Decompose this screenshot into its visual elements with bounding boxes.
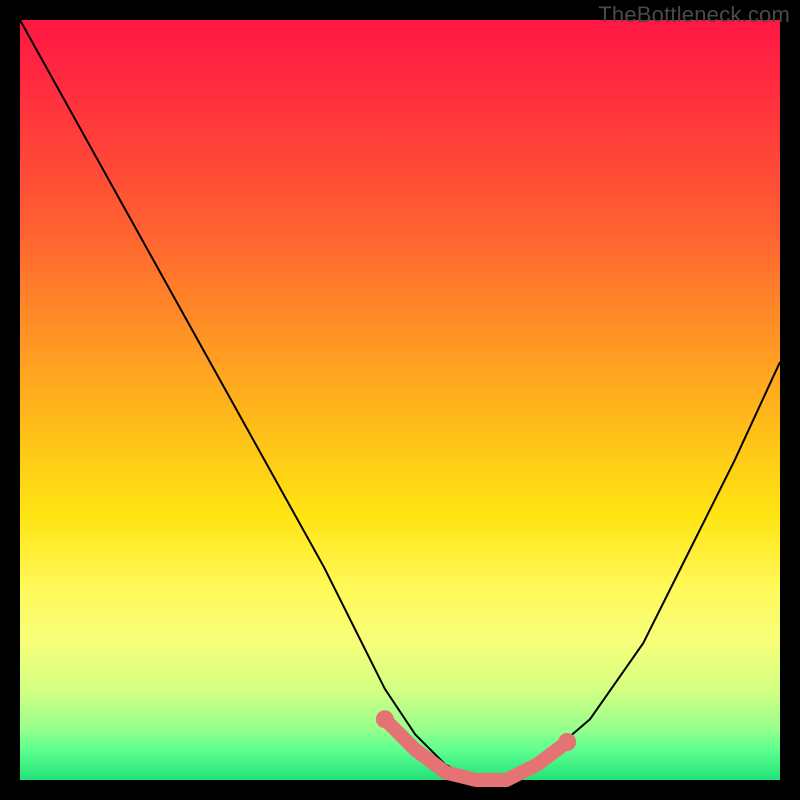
watermark-text: TheBottleneck.com xyxy=(598,2,790,28)
chart-frame: TheBottleneck.com xyxy=(0,0,800,800)
bottleneck-curve xyxy=(20,20,780,780)
accent-end-dot-right xyxy=(558,733,576,751)
bottleneck-curve-svg xyxy=(20,20,780,780)
plot-area xyxy=(20,20,780,780)
accent-end-dot-left xyxy=(376,710,394,728)
